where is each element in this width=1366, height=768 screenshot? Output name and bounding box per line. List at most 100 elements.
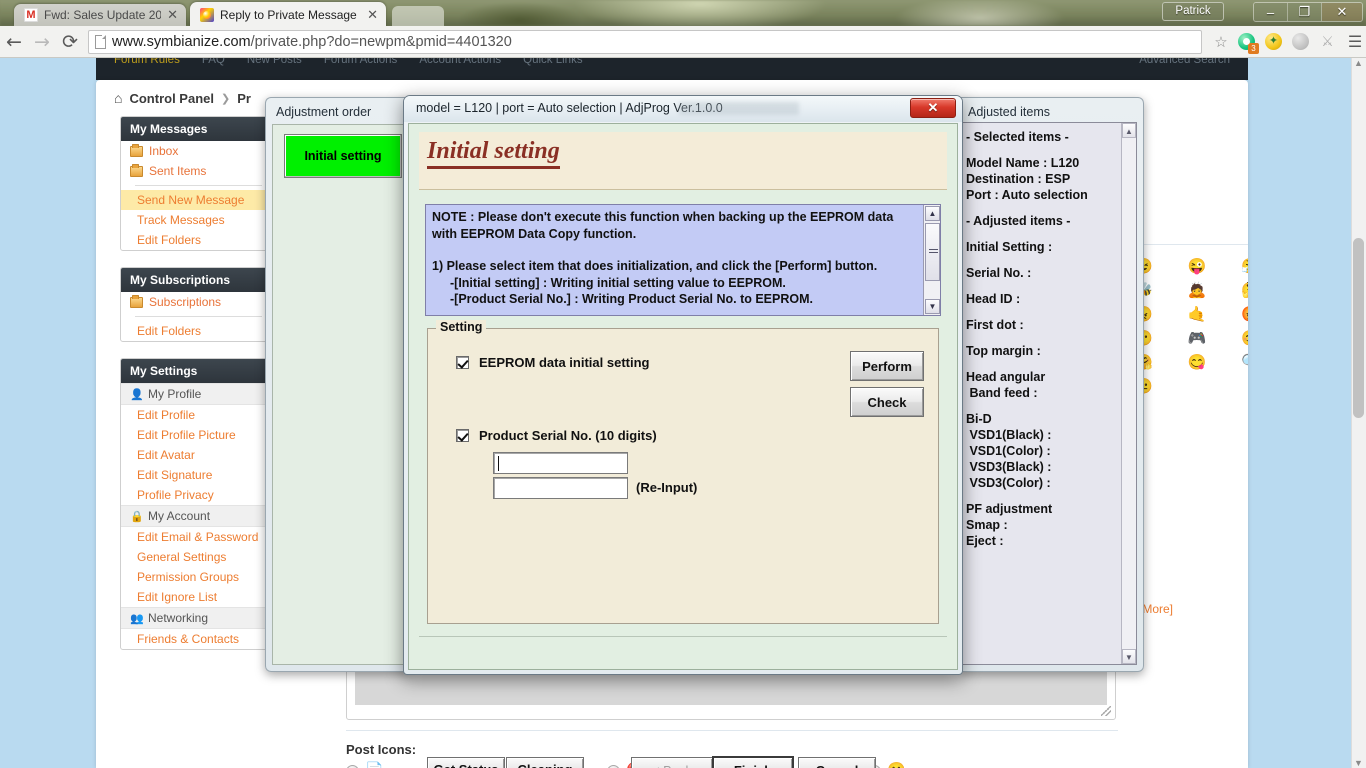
extension-bookmark-icon[interactable]: ⚔ <box>1319 33 1336 50</box>
adjusted-items-line: - Adjusted items - <box>966 214 1071 228</box>
resize-handle-icon[interactable] <box>1101 706 1111 716</box>
maximize-button[interactable]: ❐ <box>1288 3 1322 21</box>
scroll-up-icon[interactable]: ▲ <box>925 206 940 221</box>
sidebar-item-general-settings[interactable]: General Settings <box>121 547 271 567</box>
sidebar-item-inbox[interactable]: Inbox <box>121 141 271 161</box>
post-icon-happy-icon[interactable]: 🙂 <box>887 762 906 768</box>
minimize-button[interactable]: – <box>1254 3 1288 21</box>
back-button[interactable]: ← <box>0 28 28 56</box>
emoji-icon[interactable]: 😡 <box>1228 306 1248 324</box>
check-button[interactable]: Check <box>850 387 924 417</box>
browser-tab-symbianize[interactable]: Reply to Private Message ✕ <box>190 2 386 26</box>
forum-nav-item-account-actions[interactable]: Account Actions <box>419 58 501 66</box>
close-icon[interactable]: ✕ <box>167 9 178 22</box>
close-icon[interactable]: ✕ <box>367 9 378 22</box>
scroll-down-icon[interactable]: ▼ <box>1353 758 1364 768</box>
checkbox-eeprom-initial-setting[interactable]: EEPROM data initial setting <box>456 355 649 370</box>
adjusted-items-line: Band feed : <box>966 386 1038 400</box>
emoji-icon[interactable]: 🔍 <box>1228 354 1248 372</box>
browser-tab-gmail[interactable]: M Fwd: Sales Update 2016 - ✕ <box>14 4 186 26</box>
extension-yellow-icon[interactable] <box>1265 33 1282 50</box>
page-scrollbar-thumb[interactable] <box>1353 238 1364 418</box>
home-icon[interactable]: ⌂ <box>114 90 122 106</box>
forum-nav-item-forum-actions[interactable]: Forum Actions <box>324 58 398 66</box>
sidebar-item-friends-contacts[interactable]: Friends & Contacts <box>121 629 271 649</box>
emoji-icon[interactable]: 😊 <box>1228 330 1248 348</box>
finish-button[interactable]: Finish <box>712 756 794 768</box>
forward-button: → <box>34 30 50 53</box>
serial-number-input[interactable] <box>493 452 628 474</box>
address-bar[interactable]: www.symbianize.com/private.php?do=newpm&… <box>88 29 1202 54</box>
post-icon-radio[interactable] <box>346 764 359 768</box>
sidebar-item-subscriptions[interactable]: Subscriptions <box>121 292 271 312</box>
sidebar-item-edit-folders-subs[interactable]: Edit Folders <box>121 321 271 341</box>
sidebar-item-my-profile[interactable]: 👤 My Profile <box>121 383 271 405</box>
dialog-titlebar[interactable]: model = L120 | port = Auto selection | A… <box>404 96 962 122</box>
scroll-down-icon[interactable]: ▼ <box>925 299 940 314</box>
cleaning-button[interactable]: Cleaning <box>506 757 584 768</box>
serial-number-reinput[interactable] <box>493 477 628 499</box>
checkbox-icon[interactable] <box>456 356 469 369</box>
sidebar-item-label: Subscriptions <box>149 295 222 309</box>
sidebar-item-networking[interactable]: 👥 Networking <box>121 607 271 629</box>
extension-gray-icon[interactable] <box>1292 33 1309 50</box>
page-scrollbar[interactable]: ▲ ▼ <box>1351 58 1366 768</box>
emoji-more-link[interactable]: [More] <box>1139 602 1173 616</box>
close-icon[interactable]: ✕ <box>910 98 956 118</box>
sidebar-item-profile-privacy[interactable]: Profile Privacy <box>121 485 271 505</box>
checkbox-product-serial-no[interactable]: Product Serial No. (10 digits) <box>456 428 657 443</box>
sidebar-item-edit-email-password[interactable]: Edit Email & Password <box>121 527 271 547</box>
adjusted-items-scrollbar[interactable]: ▲ ▼ <box>1121 123 1136 664</box>
forum-nav-item-faq[interactable]: FAQ <box>202 58 225 66</box>
section-divider <box>346 730 1118 731</box>
breadcrumb-item-profile[interactable]: Pr <box>237 91 251 106</box>
sidebar-item-edit-avatar[interactable]: Edit Avatar <box>121 445 271 465</box>
close-button[interactable]: ✕ <box>1322 3 1362 21</box>
checkbox-icon[interactable] <box>456 429 469 442</box>
emoji-icon[interactable]: 🤔 <box>1228 282 1248 300</box>
breadcrumb-item-control-panel[interactable]: Control Panel <box>129 91 214 106</box>
emoji-icon[interactable]: 🎮 <box>1174 330 1219 348</box>
footer-divider <box>419 636 947 637</box>
page-info-icon[interactable] <box>95 34 106 49</box>
adjusted-items-line: Serial No. : <box>966 266 1032 280</box>
forum-nav-bar: Forum Rules FAQ New Posts Forum Actions … <box>96 58 1248 80</box>
sidebar-item-send-new-message[interactable]: Send New Message <box>121 190 271 210</box>
reload-button[interactable]: ⟳ <box>56 28 84 56</box>
get-status-button[interactable]: Get Status <box>427 757 505 768</box>
cancel-button[interactable]: Cancel <box>798 757 876 768</box>
emoji-icon[interactable]: 😜 <box>1174 258 1219 276</box>
post-icon-page-icon[interactable]: 📄 <box>365 762 384 768</box>
emoji-icon[interactable]: 😋 <box>1174 354 1219 372</box>
sidebar-item-edit-profile-picture[interactable]: Edit Profile Picture <box>121 425 271 445</box>
perform-button[interactable]: Perform <box>850 351 924 381</box>
sidebar-item-edit-signature[interactable]: Edit Signature <box>121 465 271 485</box>
adblock-icon[interactable]: 3 <box>1238 33 1259 54</box>
sidebar-item-edit-profile[interactable]: Edit Profile <box>121 405 271 425</box>
sidebar-item-track-messages[interactable]: Track Messages <box>121 210 271 230</box>
note-scrollbar[interactable]: ▲ ▼ <box>923 205 940 315</box>
scroll-up-icon[interactable]: ▲ <box>1122 123 1136 138</box>
sidebar-item-sent-items[interactable]: Sent Items <box>121 161 271 181</box>
note-scrollbar-thumb[interactable] <box>925 223 940 281</box>
sidebar-item-permission-groups[interactable]: Permission Groups <box>121 567 271 587</box>
sidebar-item-my-account[interactable]: 🔒 My Account <box>121 505 271 527</box>
scroll-up-icon[interactable]: ▲ <box>1353 58 1364 68</box>
forum-nav-item-quick-links[interactable]: Quick Links <box>523 58 582 66</box>
scroll-down-icon[interactable]: ▼ <box>1122 649 1136 664</box>
folder-icon <box>130 294 143 308</box>
adjustment-order-item-initial-setting[interactable]: Initial setting <box>284 134 402 178</box>
post-icon-radio[interactable] <box>607 764 620 768</box>
sidebar-item-edit-folders-messages[interactable]: Edit Folders <box>121 230 271 250</box>
sidebar-item-edit-ignore-list[interactable]: Edit Ignore List <box>121 587 271 607</box>
emoji-icon[interactable]: 🙇 <box>1174 282 1219 300</box>
bookmark-star-icon[interactable]: ☆ <box>1208 33 1234 51</box>
forum-nav-item-forum-rules[interactable]: Forum Rules <box>114 58 180 66</box>
user-profile-button[interactable]: Patrick <box>1162 2 1224 21</box>
forum-nav-item-new-posts[interactable]: New Posts <box>247 58 302 66</box>
emoji-icon[interactable]: 🤙 <box>1174 306 1219 324</box>
advanced-search-link[interactable]: Advanced Search <box>1139 58 1230 66</box>
new-tab-button[interactable] <box>392 6 444 26</box>
emoji-icon[interactable]: 😤 <box>1228 258 1248 276</box>
chrome-menu-icon[interactable]: ☰ <box>1344 32 1366 52</box>
